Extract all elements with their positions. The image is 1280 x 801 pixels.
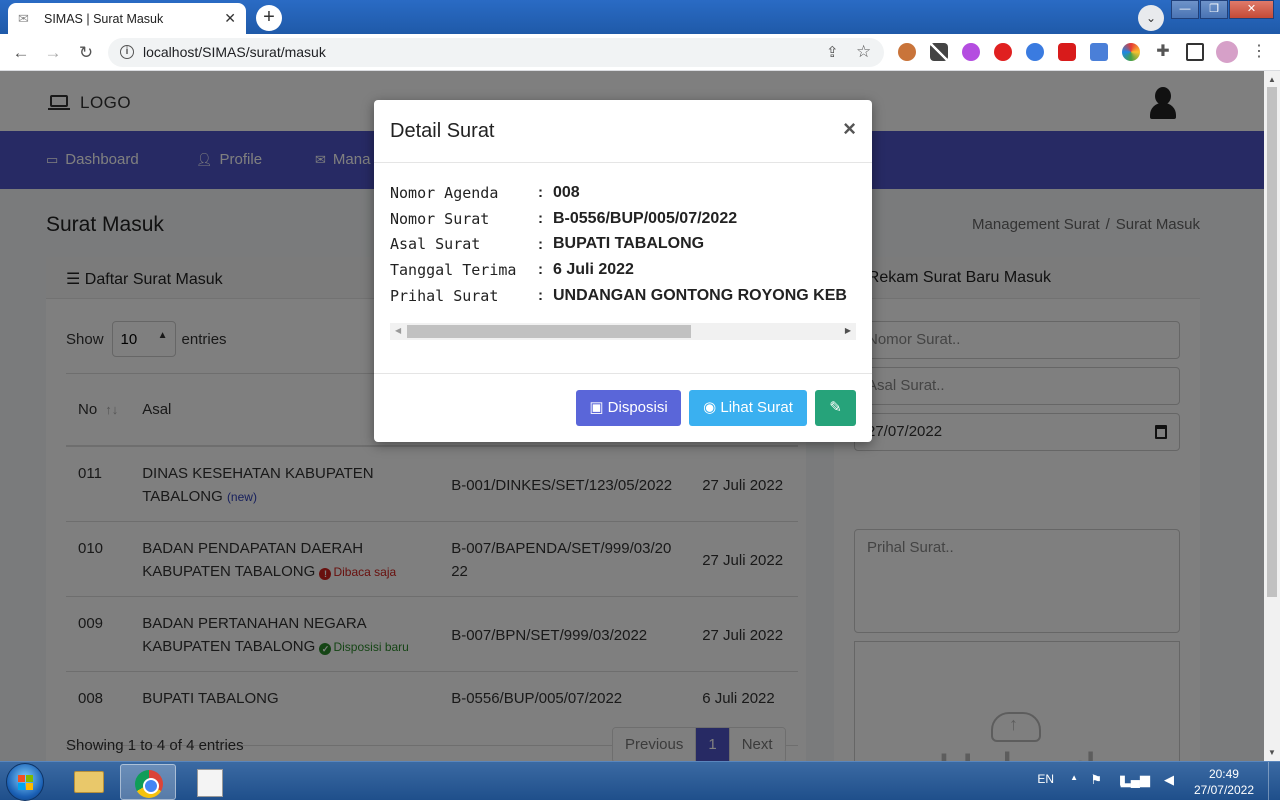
- detail-label: Asal Surat: [390, 235, 481, 254]
- taskbar-chrome[interactable]: [120, 764, 176, 800]
- detail-horizontal-scrollbar[interactable]: ◀ ▶: [390, 323, 856, 340]
- address-bar[interactable]: i localhost/SIMAS/surat/masuk ⇪ ☆: [108, 38, 884, 67]
- tab-close-icon[interactable]: ✕: [224, 10, 236, 27]
- browser-titlebar: ✉ SIMAS | Surat Masuk ✕ + ⌄ — ❐ ✕: [0, 0, 1280, 34]
- edit-button[interactable]: ✎: [815, 390, 856, 426]
- inbox-icon: ▣: [589, 399, 604, 416]
- detail-row: Asal Surat : BUPATI TABALONG: [390, 235, 705, 254]
- disposisi-label: Disposisi: [607, 399, 668, 416]
- restore-button[interactable]: ❐: [1200, 0, 1228, 19]
- scroll-right-arrow-icon[interactable]: ▶: [845, 326, 851, 335]
- start-button[interactable]: [6, 763, 44, 801]
- language-indicator[interactable]: EN: [1037, 772, 1054, 786]
- taskbar-explorer[interactable]: [60, 764, 116, 800]
- detail-surat-modal: Detail Surat × Nomor Agenda : 008 Nomor …: [374, 100, 872, 442]
- taskbar-app[interactable]: [182, 764, 238, 800]
- action-center-flag-icon[interactable]: ⚑: [1090, 772, 1102, 788]
- extensions-puzzle-icon[interactable]: ✚: [1154, 43, 1172, 61]
- lihat-surat-label: Lihat Surat: [720, 399, 793, 416]
- share-icon[interactable]: ⇪: [826, 43, 839, 61]
- clock-date: 27/07/2022: [1193, 783, 1254, 797]
- profile-avatar-icon[interactable]: [1216, 41, 1238, 63]
- volume-icon[interactable]: ◀: [1164, 772, 1174, 788]
- bookmark-star-icon[interactable]: ☆: [856, 42, 871, 62]
- modal-title: Detail Surat: [390, 120, 495, 142]
- tab-title: SIMAS | Surat Masuk: [44, 11, 164, 26]
- new-tab-button[interactable]: +: [256, 5, 282, 31]
- extension-purple-icon[interactable]: [962, 43, 980, 61]
- mail-favicon-icon: ✉: [18, 10, 29, 26]
- detail-value: 6 Juli 2022: [553, 260, 634, 278]
- clock-time: 20:49: [1208, 767, 1239, 781]
- lihat-surat-button[interactable]: ◉ Lihat Surat: [689, 390, 807, 426]
- detail-table: Nomor Agenda : 008 Nomor Surat : B-0556/…: [390, 180, 856, 340]
- detail-row: Prihal Surat : UNDANGAN GONTONG ROYONG K…: [390, 286, 847, 305]
- detail-label: Tanggal Terima: [390, 260, 517, 279]
- back-button[interactable]: ←: [10, 42, 32, 64]
- extension-cookie-icon[interactable]: [898, 43, 916, 61]
- show-desktop-button[interactable]: [1268, 762, 1280, 801]
- modal-header: Detail Surat ×: [374, 100, 872, 163]
- browser-menu-icon[interactable]: ⋮: [1250, 43, 1268, 61]
- detail-value: BUPATI TABALONG: [553, 235, 705, 253]
- browser-toolbar: ← → ↻ i localhost/SIMAS/surat/masuk ⇪ ☆ …: [0, 34, 1280, 71]
- window-controls: — ❐ ✕: [1170, 0, 1274, 19]
- network-signal-icon[interactable]: ▂▄▆: [1121, 772, 1150, 788]
- detail-row: Nomor Surat : B-0556/BUP/005/07/2022: [390, 209, 738, 228]
- scroll-thumb[interactable]: [407, 325, 691, 338]
- scroll-left-arrow-icon[interactable]: ◀: [395, 326, 401, 335]
- scroll-down-arrow-icon[interactable]: ▼: [1268, 748, 1276, 757]
- close-window-button[interactable]: ✕: [1229, 0, 1274, 19]
- browser-tab[interactable]: ✉ SIMAS | Surat Masuk ✕: [8, 3, 246, 34]
- pencil-icon: ✎: [829, 399, 842, 416]
- info-icon[interactable]: i: [120, 45, 134, 59]
- side-panel-icon[interactable]: [1186, 43, 1204, 61]
- clock[interactable]: 20:49 27/07/2022: [1194, 766, 1254, 798]
- detail-row: Nomor Agenda : 008: [390, 183, 580, 202]
- disposisi-button[interactable]: ▣ Disposisi: [576, 390, 681, 426]
- close-icon[interactable]: ×: [843, 116, 856, 142]
- windows-logo-icon: [18, 775, 34, 791]
- page-scrollbar[interactable]: ▲ ▼: [1264, 71, 1280, 761]
- detail-label: Nomor Surat: [390, 209, 490, 228]
- minimize-button[interactable]: —: [1171, 0, 1199, 19]
- modal-footer: ▣ Disposisi ◉ Lihat Surat ✎: [374, 373, 872, 442]
- detail-value: UNDANGAN GONTONG ROYONG KEB: [553, 286, 847, 304]
- system-tray: EN ▲ ⚑ ▮ ▂▄▆ ◀ 20:49 27/07/2022: [1000, 762, 1280, 801]
- windows-taskbar: EN ▲ ⚑ ▮ ▂▄▆ ◀ 20:49 27/07/2022: [0, 761, 1280, 801]
- app-icon: [197, 769, 223, 797]
- extension-doc-icon[interactable]: [1090, 43, 1108, 61]
- detail-value: B-0556/BUP/005/07/2022: [553, 209, 738, 227]
- extension-grid-icon[interactable]: [1058, 43, 1076, 61]
- extension-color-icon[interactable]: [1122, 43, 1140, 61]
- url-text[interactable]: localhost/SIMAS/surat/masuk: [143, 44, 326, 60]
- scroll-up-arrow-icon[interactable]: ▲: [1268, 75, 1276, 84]
- detail-label: Nomor Agenda: [390, 183, 499, 202]
- detail-row: Tanggal Terima : 6 Juli 2022: [390, 260, 634, 279]
- reload-button[interactable]: ↻: [75, 42, 97, 64]
- tab-search-button[interactable]: ⌄: [1138, 5, 1164, 31]
- folder-icon: [74, 771, 104, 793]
- detail-value: 008: [553, 183, 580, 201]
- extension-translate-icon[interactable]: [1026, 43, 1044, 61]
- chrome-icon: [135, 770, 163, 798]
- extension-picker-icon[interactable]: [930, 43, 948, 61]
- scroll-thumb[interactable]: [1267, 87, 1277, 597]
- forward-button[interactable]: →: [42, 42, 64, 64]
- detail-label: Prihal Surat: [390, 286, 499, 305]
- show-hidden-icons-icon[interactable]: ▲: [1070, 773, 1078, 782]
- eye-icon: ◉: [703, 399, 717, 416]
- extension-red-icon[interactable]: [994, 43, 1012, 61]
